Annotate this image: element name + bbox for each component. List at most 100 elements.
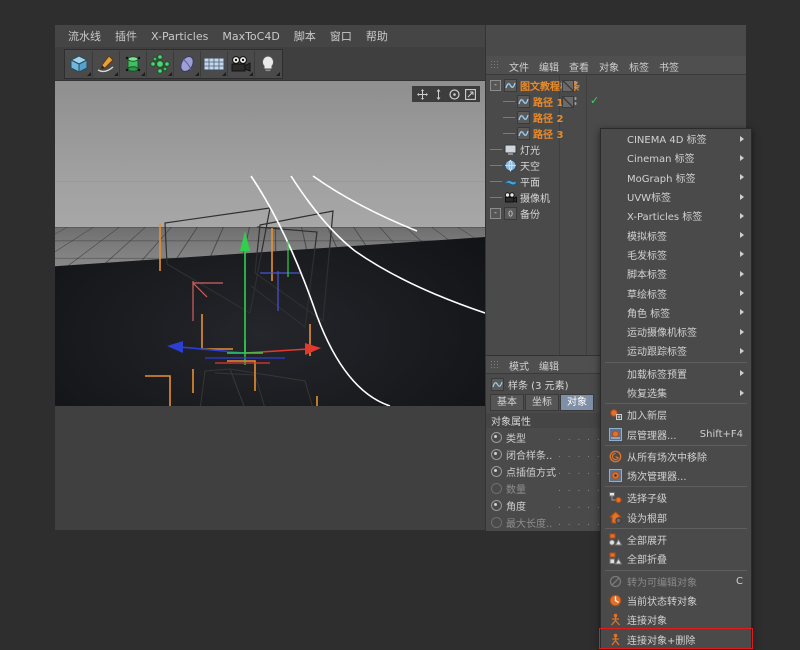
panel-grip-icon[interactable] [490,360,499,370]
floor-grid-icon [203,54,225,74]
context-menu-item[interactable]: 当前状态转对象 [601,591,751,610]
visibility-toggle-icon[interactable] [562,96,574,108]
pen-spline-tool-button[interactable] [93,51,120,77]
om-menu-bookmark[interactable]: 书签 [654,61,684,76]
om-menu-tag[interactable]: 标签 [624,61,654,76]
context-menu-item[interactable]: 加入新层 [601,405,751,424]
visibility-toggle-icon[interactable] [562,80,574,92]
context-menu-item[interactable]: CINEMA 4D 标签 [601,129,751,148]
viewport-nav-controls[interactable] [412,86,480,102]
attribute-tab[interactable]: 坐标 [525,394,559,411]
move-icon[interactable] [416,88,428,100]
om-menu-edit[interactable]: 编辑 [534,61,564,76]
tool-corner-marker [276,72,280,76]
submenu-arrow-icon [740,232,744,238]
cylinder-tool-button[interactable] [120,51,147,77]
context-menu-item[interactable]: X-Particles 标签 [601,206,751,225]
context-menu-item[interactable]: 层管理器...Shift+F4 [601,424,751,443]
am-menu-edit[interactable]: 编辑 [534,360,564,375]
rotate-icon[interactable] [448,88,460,100]
object-tree-item[interactable]: 路径 2 [486,109,746,125]
floor-grid-tool-button[interactable] [201,51,228,77]
context-menu-item-label: 转为可编辑对象 [627,574,697,589]
tree-expander-icon[interactable]: - [490,208,501,219]
context-menu-item[interactable]: 选择子级 [601,488,751,507]
attribute-tab[interactable]: 对象 [560,394,594,411]
check-tag-icon[interactable]: ✓ [590,95,599,106]
connect-objects-icon [609,613,622,626]
om-menu-view[interactable]: 查看 [564,61,594,76]
context-menu-item[interactable]: 毛发标签 [601,245,751,264]
attribute-radio-icon[interactable] [491,483,502,494]
context-menu-item[interactable]: Cineman 标签 [601,148,751,167]
context-menu-item-label: 选择子级 [627,490,667,505]
menu-help[interactable]: 帮助 [359,28,395,45]
attribute-radio-icon[interactable] [491,500,502,511]
tool-corner-marker [222,72,226,76]
context-menu-shortcut: C [736,576,743,587]
context-menu-item-label: 毛发标签 [627,247,667,262]
context-menu-item[interactable]: 设为根部 [601,508,751,527]
context-menu-item[interactable]: 连接对象+删除 [601,629,751,648]
tool-corner-marker [195,72,199,76]
tree-expander-icon[interactable]: - [490,80,501,91]
object-tree-item[interactable]: 路径 1 ✓ [486,93,746,109]
deformer-tool-button[interactable] [174,51,201,77]
context-menu-item[interactable]: 连接对象 [601,610,751,629]
attribute-radio-icon[interactable] [491,449,502,460]
tag-context-menu[interactable]: CINEMA 4D 标签Cineman 标签MoGraph 标签 UVW标签 X-P… [600,128,752,650]
context-menu-item-label: 从所有场次中移除 [627,449,707,464]
context-menu-item[interactable]: 模拟标签 [601,225,751,244]
menu-plugins[interactable]: 插件 [108,28,144,45]
mograph-tool-button[interactable] [147,51,174,77]
viewport[interactable] [55,81,485,406]
attribute-tabs[interactable]: 基本坐标对象 [490,394,594,411]
menu-window[interactable]: 窗口 [323,28,359,45]
tool-corner-marker [168,72,172,76]
context-menu-item[interactable]: 全部展开 [601,530,751,549]
context-menu-item[interactable]: 草绘标签 [601,283,751,302]
maximize-icon[interactable] [464,88,476,100]
visibility-dots-icon[interactable] [574,80,577,90]
context-menu-shortcut: Shift+F4 [700,429,743,440]
am-menu-mode[interactable]: 模式 [504,360,534,375]
light-tool-button[interactable] [255,51,281,77]
menu-pipeline[interactable]: 流水线 [61,28,108,45]
context-menu-item[interactable]: UVW标签 [601,187,751,206]
attribute-tab[interactable]: 基本 [490,394,524,411]
visibility-dots-icon[interactable] [574,96,577,106]
camera-object-icon [504,191,517,204]
om-menu-file[interactable]: 文件 [504,61,534,76]
object-tree-item[interactable]: -图文教程样条 [486,77,746,93]
attribute-radio-icon[interactable] [491,466,502,477]
context-menu-item[interactable]: 恢复选集 [601,383,751,402]
context-menu-item[interactable]: 场次管理器... [601,466,751,485]
context-menu-item[interactable]: 从所有场次中移除 [601,447,751,466]
panel-grip-icon[interactable] [490,60,499,70]
attribute-label: 数量 [506,481,558,496]
menu-script[interactable]: 脚本 [287,28,323,45]
scale-icon[interactable] [432,88,444,100]
context-menu-item-label: X-Particles 标签 [627,208,702,223]
context-menu-item[interactable]: 全部折叠 [601,549,751,568]
attribute-radio-icon[interactable] [491,517,502,528]
context-menu-item[interactable]: MoGraph 标签 [601,168,751,187]
menu-maxtoc4d[interactable]: MaxToC4D [215,28,286,45]
context-menu-item[interactable]: 加载标签预置 [601,364,751,383]
menu-xparticles[interactable]: X-Particles [144,28,215,45]
null-object-icon: 0 [504,207,517,220]
om-menu-object[interactable]: 对象 [594,61,624,76]
context-menu-item[interactable]: 角色 标签 [601,303,751,322]
camera-tool-button[interactable] [228,51,255,77]
context-menu-item[interactable]: 转为可编辑对象 C [601,572,751,591]
cube-tool-button[interactable] [66,51,93,77]
context-menu-item[interactable]: 脚本标签 [601,264,751,283]
context-menu-item[interactable]: 运动摄像机标签 [601,322,751,341]
spline-icon [517,111,530,124]
connect-delete-icon [609,633,622,646]
context-menu-item[interactable]: 运动跟踪标签 [601,341,751,360]
attribute-radio-icon[interactable] [491,432,502,443]
collapse-all-icon [609,552,622,565]
object-tree-item-label: 路径 1 [533,94,563,109]
context-menu-item-label: UVW标签 [627,189,671,204]
